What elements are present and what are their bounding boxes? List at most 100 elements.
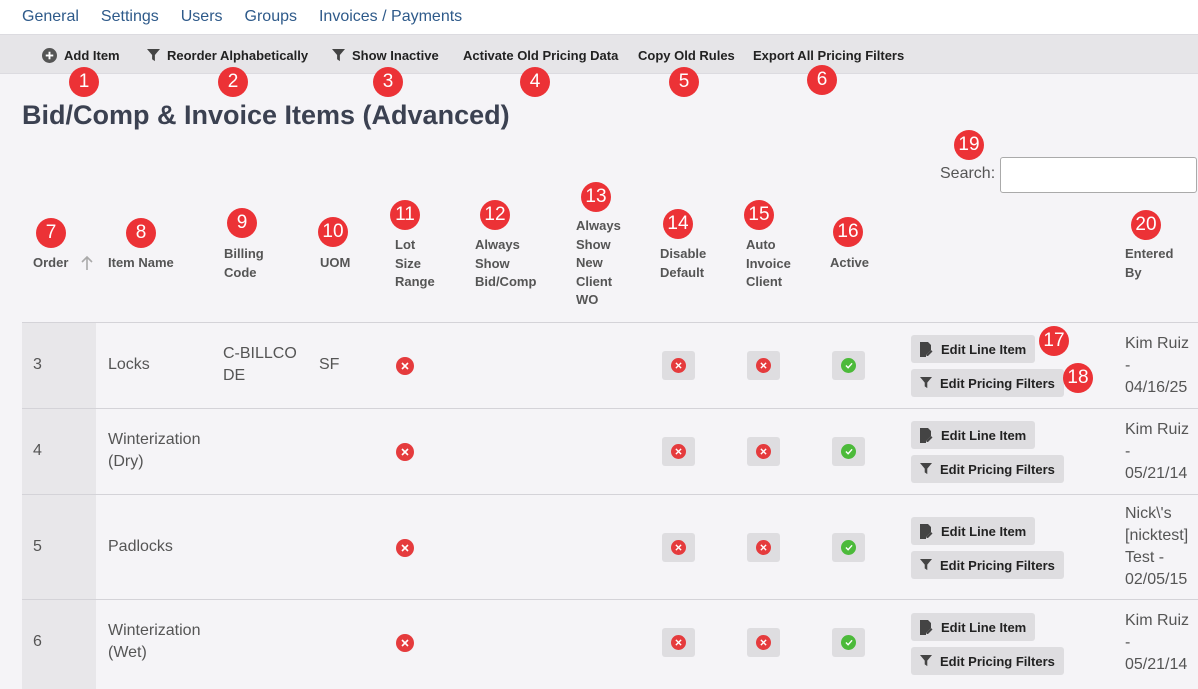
column-header-auto-invoice-client[interactable]: Auto Invoice Client: [746, 236, 796, 292]
annotation-badge: 9: [227, 208, 257, 238]
nav-settings[interactable]: Settings: [101, 8, 159, 26]
auto-invoice-toggle[interactable]: [747, 628, 780, 657]
edit-pricing-filters-label: Edit Pricing Filters: [940, 557, 1055, 573]
annotation-badge: 14: [663, 209, 693, 239]
item-name: Locks: [108, 356, 150, 373]
column-header-disable-default[interactable]: Disable Default: [660, 245, 710, 282]
filter-icon: [920, 463, 932, 475]
search-label: Search:: [940, 165, 996, 182]
edit-pricing-filters-button[interactable]: Edit Pricing Filters: [911, 455, 1064, 483]
auto-invoice-toggle[interactable]: [747, 533, 780, 562]
edit-line-item-button[interactable]: Edit Line Item: [911, 517, 1036, 545]
nav-groups[interactable]: Groups: [245, 8, 297, 26]
nav-users[interactable]: Users: [181, 8, 223, 26]
entered-by: Kim Ruiz - 05/21/14: [1125, 421, 1190, 482]
edit-line-item-label: Edit Line Item: [941, 427, 1027, 443]
x-circle-icon: [756, 444, 771, 459]
disable-default-toggle[interactable]: [662, 533, 695, 562]
x-circle-icon: [756, 540, 771, 555]
top-nav: General Settings Users Groups Invoices /…: [0, 0, 1198, 34]
x-circle-icon: [396, 539, 414, 557]
edit-file-icon: [920, 341, 933, 357]
annotation-badge: 2: [218, 67, 248, 97]
edit-line-item-label: Edit Line Item: [941, 341, 1027, 357]
auto-invoice-toggle[interactable]: [747, 437, 780, 466]
active-toggle[interactable]: [832, 437, 865, 466]
nav-general[interactable]: General: [22, 8, 79, 26]
item-name: Padlocks: [108, 538, 173, 555]
x-circle-icon: [396, 443, 414, 461]
column-header-billing-code[interactable]: Billing Code: [224, 245, 274, 282]
table-row: 5 Padlocks Edit Line Item Edit Pricing F…: [22, 494, 1198, 599]
annotation-badge: 17: [1039, 326, 1069, 356]
column-header-active[interactable]: Active: [830, 254, 869, 273]
edit-line-item-button[interactable]: Edit Line Item: [911, 335, 1036, 363]
annotation-badge: 5: [669, 67, 699, 97]
edit-file-icon: [920, 427, 933, 443]
annotation-badge: 4: [520, 67, 550, 97]
check-circle-icon: [841, 444, 856, 459]
edit-pricing-filters-button[interactable]: Edit Pricing Filters: [911, 647, 1064, 675]
page-title: Bid/Comp & Invoice Items (Advanced): [22, 100, 510, 130]
filter-icon: [920, 377, 932, 389]
annotation-badge: 13: [581, 182, 611, 212]
edit-line-item-button[interactable]: Edit Line Item: [911, 421, 1036, 449]
annotation-badge: 12: [480, 200, 510, 230]
search-input[interactable]: [1000, 157, 1197, 193]
activate-old-pricing-label: Activate Old Pricing Data: [463, 47, 619, 63]
x-circle-icon: [671, 358, 686, 373]
x-circle-icon: [671, 540, 686, 555]
check-circle-icon: [841, 358, 856, 373]
add-item-label: Add Item: [64, 47, 120, 63]
disable-default-toggle[interactable]: [662, 351, 695, 380]
table-row: 6 Winterization (Wet) Edit Line Item Edi…: [22, 599, 1198, 689]
order-value: 4: [33, 442, 42, 459]
edit-pricing-filters-label: Edit Pricing Filters: [940, 653, 1055, 669]
arrow-up-icon[interactable]: [80, 255, 94, 271]
annotation-badge: 16: [833, 217, 863, 247]
edit-line-item-label: Edit Line Item: [941, 523, 1027, 539]
column-header-always-show-bidcomp[interactable]: Always Show Bid/Comp: [475, 236, 545, 292]
edit-pricing-filters-button[interactable]: Edit Pricing Filters: [911, 551, 1064, 579]
filter-icon: [332, 48, 345, 61]
table-row: 3 Locks C-BILLCODE SF Edit Line Item Edi…: [22, 322, 1198, 408]
column-header-item-name[interactable]: Item Name: [108, 254, 174, 273]
copy-old-rules-label: Copy Old Rules: [638, 47, 735, 63]
disable-default-toggle[interactable]: [662, 437, 695, 466]
edit-line-item-label: Edit Line Item: [941, 619, 1027, 635]
annotation-badge: 1: [69, 67, 99, 97]
annotation-badge: 7: [36, 218, 66, 248]
x-circle-icon: [671, 635, 686, 650]
annotation-badge: 20: [1131, 210, 1161, 240]
show-inactive-label: Show Inactive: [352, 47, 439, 63]
annotation-badge: 10: [318, 217, 348, 247]
annotation-badge: 6: [807, 65, 837, 95]
entered-by: Kim Ruiz - 05/21/14: [1125, 612, 1190, 673]
item-name: Winterization (Dry): [108, 431, 201, 470]
billing-code: C-BILLCODE: [223, 345, 297, 384]
annotation-badge: 19: [954, 130, 984, 160]
edit-pricing-filters-label: Edit Pricing Filters: [940, 375, 1055, 391]
column-header-lot-size-range[interactable]: Lot Size Range: [395, 236, 435, 292]
active-toggle[interactable]: [832, 533, 865, 562]
active-toggle[interactable]: [832, 351, 865, 380]
disable-default-toggle[interactable]: [662, 628, 695, 657]
column-header-uom[interactable]: UOM: [320, 254, 350, 273]
annotation-badge: 18: [1063, 363, 1093, 393]
entered-by: Kim Ruiz - 04/16/25: [1125, 335, 1190, 396]
filter-icon: [920, 655, 932, 667]
nav-invoices-payments[interactable]: Invoices / Payments: [319, 8, 462, 26]
edit-line-item-button[interactable]: Edit Line Item: [911, 613, 1036, 641]
column-header-always-show-new-client-wo[interactable]: Always Show New Client WO: [576, 217, 621, 310]
order-value: 5: [33, 538, 42, 555]
auto-invoice-toggle[interactable]: [747, 351, 780, 380]
entered-by: Nick\'s [nicktest] Test - 02/05/15: [1125, 505, 1189, 588]
active-toggle[interactable]: [832, 628, 865, 657]
check-circle-icon: [841, 540, 856, 555]
column-header-order[interactable]: Order: [33, 254, 68, 273]
uom-value: SF: [319, 356, 340, 373]
column-header-entered-by[interactable]: Entered By: [1125, 245, 1180, 282]
x-circle-icon: [396, 357, 414, 375]
x-circle-icon: [671, 444, 686, 459]
edit-pricing-filters-button[interactable]: Edit Pricing Filters: [911, 369, 1064, 397]
